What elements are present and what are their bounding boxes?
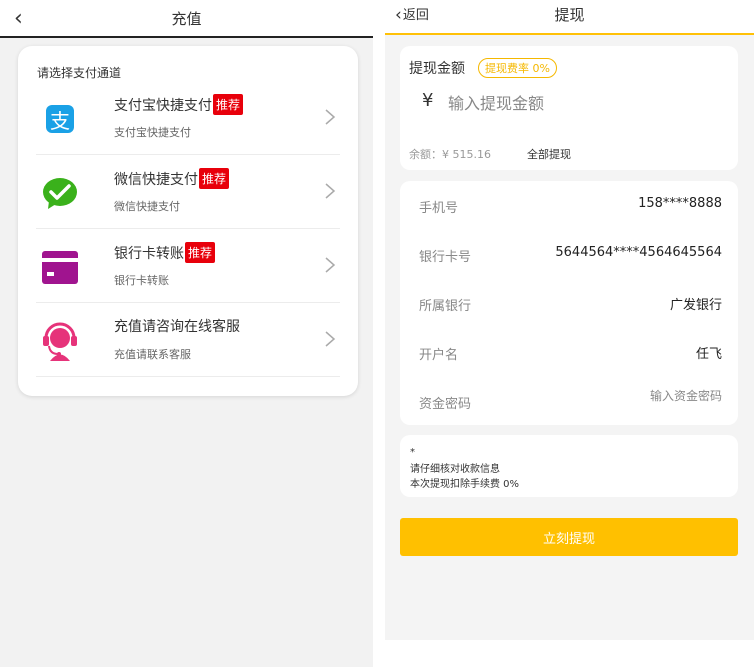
- withdraw-all-button[interactable]: 全部提现: [527, 146, 571, 162]
- holder-value: 任飞: [695, 347, 722, 362]
- holder-row: 开户名 任飞: [400, 328, 738, 377]
- fee-rate-badge: 提现费率 0%: [478, 58, 557, 78]
- amount-label: 提现金额: [409, 61, 465, 77]
- customer-service-icon: [43, 322, 77, 361]
- balance-text: 余额：¥ 515.16: [409, 148, 491, 161]
- wechat-pay-icon: [43, 178, 77, 209]
- phone-row: 手机号 158****8888: [400, 181, 738, 230]
- card-number-value: 5644564****4564645564: [555, 245, 722, 260]
- payment-item-desc: 支付宝快捷支付: [114, 126, 191, 139]
- bank-value: 广发银行: [669, 298, 722, 313]
- recommend-badge: 推荐: [213, 94, 244, 115]
- withdraw-screen: ‹返回 提现 提现金额 提现费率 0% ¥ 余额：¥ 515.16 全部提现 手…: [385, 0, 754, 640]
- holder-label: 开户名: [419, 348, 459, 363]
- chevron-right-icon: [325, 257, 336, 273]
- withdraw-header: ‹返回 提现: [385, 0, 754, 35]
- notice-check-info: 请仔细核对收款信息: [410, 464, 500, 475]
- card-title: 请选择支付通道: [37, 66, 122, 80]
- chevron-right-icon: [325, 183, 336, 199]
- bank-row: 所属银行 广发银行: [400, 279, 738, 328]
- recommend-badge: 推荐: [185, 242, 216, 263]
- phone-value: 158****8888: [638, 196, 722, 211]
- payment-item-wechat[interactable]: 微信快捷支付 推荐 微信快捷支付: [36, 156, 340, 229]
- payment-item-desc: 充值请联系客服: [114, 348, 191, 361]
- card-number-label: 银行卡号: [419, 250, 472, 265]
- withdraw-amount-card: 提现金额 提现费率 0% ¥ 余额：¥ 515.16 全部提现: [400, 46, 738, 170]
- payment-item-customer-service[interactable]: 充值请咨询在线客服 充值请联系客服: [36, 304, 340, 377]
- payment-item-desc: 银行卡转账: [114, 274, 169, 287]
- phone-label: 手机号: [419, 201, 459, 216]
- chevron-right-icon: [325, 109, 336, 125]
- notice-fee: 本次提现扣除手续费 0%: [410, 479, 520, 490]
- payment-item-alipay[interactable]: 支 支付宝快捷支付 推荐 支付宝快捷支付: [36, 82, 340, 155]
- bank-label: 所属银行: [419, 299, 472, 314]
- svg-text:支: 支: [50, 109, 70, 133]
- fund-password-input[interactable]: [542, 389, 722, 403]
- page-title: 提现: [554, 6, 585, 24]
- withdraw-now-button[interactable]: 立刻提现: [400, 518, 738, 556]
- payment-item-desc: 微信快捷支付: [114, 200, 180, 213]
- notice-card: * 请仔细核对收款信息 本次提现扣除手续费 0%: [400, 435, 738, 497]
- fund-password-label: 资金密码: [419, 397, 472, 412]
- currency-symbol: ¥: [422, 90, 434, 111]
- recharge-header: ‹ 充值: [0, 0, 373, 38]
- notice-asterisk: *: [410, 447, 415, 458]
- payment-item-bank-transfer[interactable]: 银行卡转账 推荐 银行卡转账: [36, 230, 340, 303]
- recharge-screen: ‹ 充值 请选择支付通道 支 支付宝快捷支付 推荐 支付宝快捷支付 微信快捷支付推…: [0, 0, 373, 667]
- account-info-card: 手机号 158****8888 银行卡号 5644564****45646455…: [400, 181, 738, 425]
- alipay-icon: 支: [46, 105, 74, 133]
- payment-item-name: 支付宝快捷支付 推荐: [114, 94, 244, 115]
- payment-item-name: 微信快捷支付 推荐: [114, 168, 230, 189]
- amount-input[interactable]: [448, 90, 718, 116]
- bank-card-icon: [42, 251, 78, 284]
- page-title: 充值: [171, 10, 202, 28]
- fund-password-row: 资金密码: [400, 377, 738, 426]
- payment-item-name: 充值请咨询在线客服: [114, 319, 240, 335]
- chevron-right-icon: [325, 331, 336, 347]
- payment-channel-card: 请选择支付通道 支 支付宝快捷支付 推荐 支付宝快捷支付 微信快捷支付 推荐 微信快…: [18, 46, 358, 396]
- payment-item-name: 银行卡转账 推荐: [114, 242, 216, 263]
- recommend-badge: 推荐: [199, 168, 230, 189]
- card-number-row: 银行卡号 5644564****4564645564: [400, 230, 738, 279]
